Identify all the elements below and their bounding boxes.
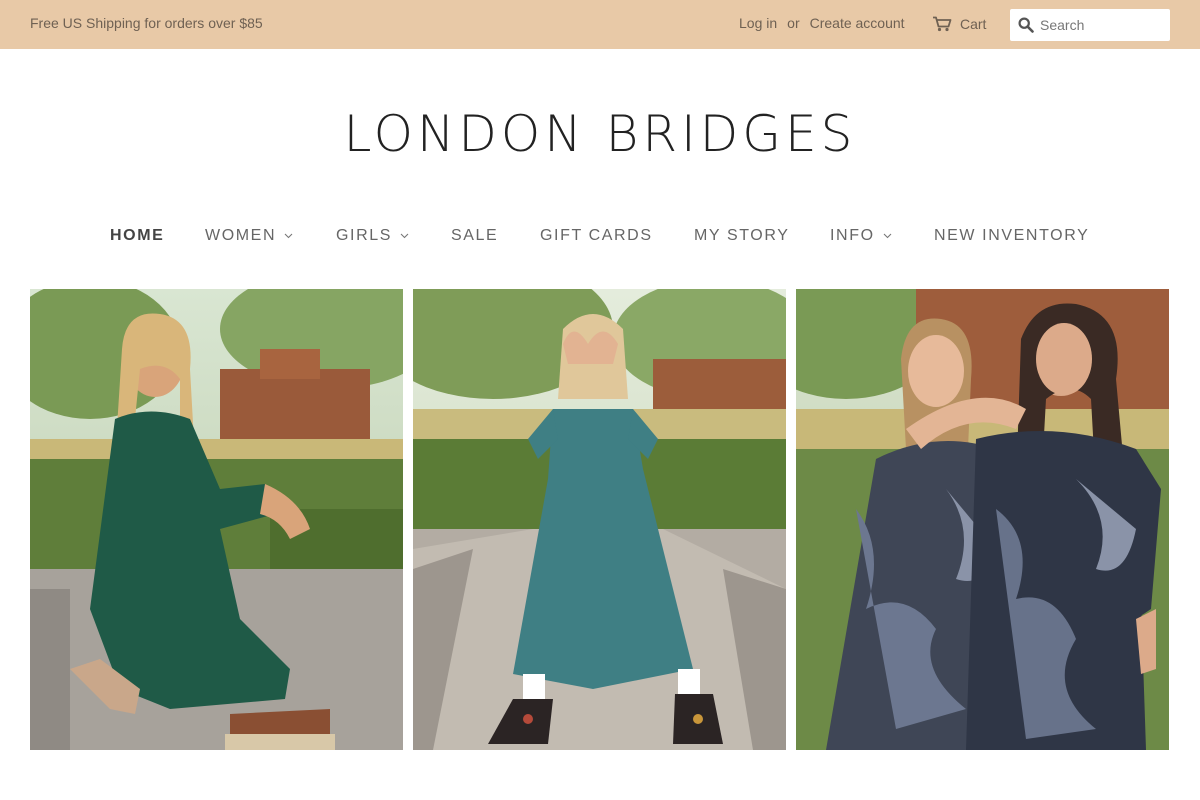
hero-photo-tie-dye-dresses[interactable]: [796, 289, 1169, 750]
nav-item-girls[interactable]: GIRLS: [336, 227, 409, 245]
cart-icon: [933, 16, 952, 32]
cart-link[interactable]: Cart: [932, 14, 986, 34]
chevron-down-icon: [284, 233, 293, 239]
or-separator: or: [787, 15, 800, 31]
nav-item-women[interactable]: WOMEN: [205, 227, 293, 245]
nav-label: WOMEN: [205, 227, 277, 244]
nav-item-my-story[interactable]: MY STORY: [694, 227, 790, 245]
main-nav: HOME WOMEN GIRLS SALE GIFT CARDS MY STOR…: [0, 227, 1200, 249]
nav-item-info[interactable]: INFO: [830, 227, 892, 245]
site-logo[interactable]: LONDON BRIDGES: [0, 104, 1200, 164]
hero-photo-women-green-dress[interactable]: [30, 289, 403, 750]
nav-item-new-inventory[interactable]: NEW INVENTORY: [934, 227, 1089, 245]
nav-item-sale[interactable]: SALE: [451, 227, 498, 245]
chevron-down-icon: [400, 233, 409, 239]
search-icon[interactable]: [1018, 17, 1034, 33]
nav-item-gift-cards[interactable]: GIFT CARDS: [540, 227, 653, 245]
search-box[interactable]: [1010, 9, 1170, 41]
shipping-announcement: Free US Shipping for orders over $85: [30, 15, 263, 31]
announcement-bar: Free US Shipping for orders over $85 Log…: [0, 0, 1200, 49]
nav-label: GIFT CARDS: [540, 227, 653, 244]
nav-label: INFO: [830, 227, 875, 244]
nav-item-home[interactable]: HOME: [110, 227, 164, 245]
nav-label: GIRLS: [336, 227, 393, 244]
search-input[interactable]: [1040, 17, 1158, 33]
login-link[interactable]: Log in: [739, 15, 777, 31]
hero-photo-girl-teal-dress[interactable]: [413, 289, 786, 750]
account-links: Log in or Create account: [739, 15, 905, 31]
nav-label: NEW INVENTORY: [934, 227, 1090, 244]
cart-label: Cart: [960, 16, 987, 32]
nav-label: MY STORY: [694, 227, 790, 244]
nav-label: HOME: [110, 227, 165, 244]
create-account-link[interactable]: Create account: [810, 15, 905, 31]
nav-label: SALE: [451, 227, 499, 244]
chevron-down-icon: [883, 233, 892, 239]
